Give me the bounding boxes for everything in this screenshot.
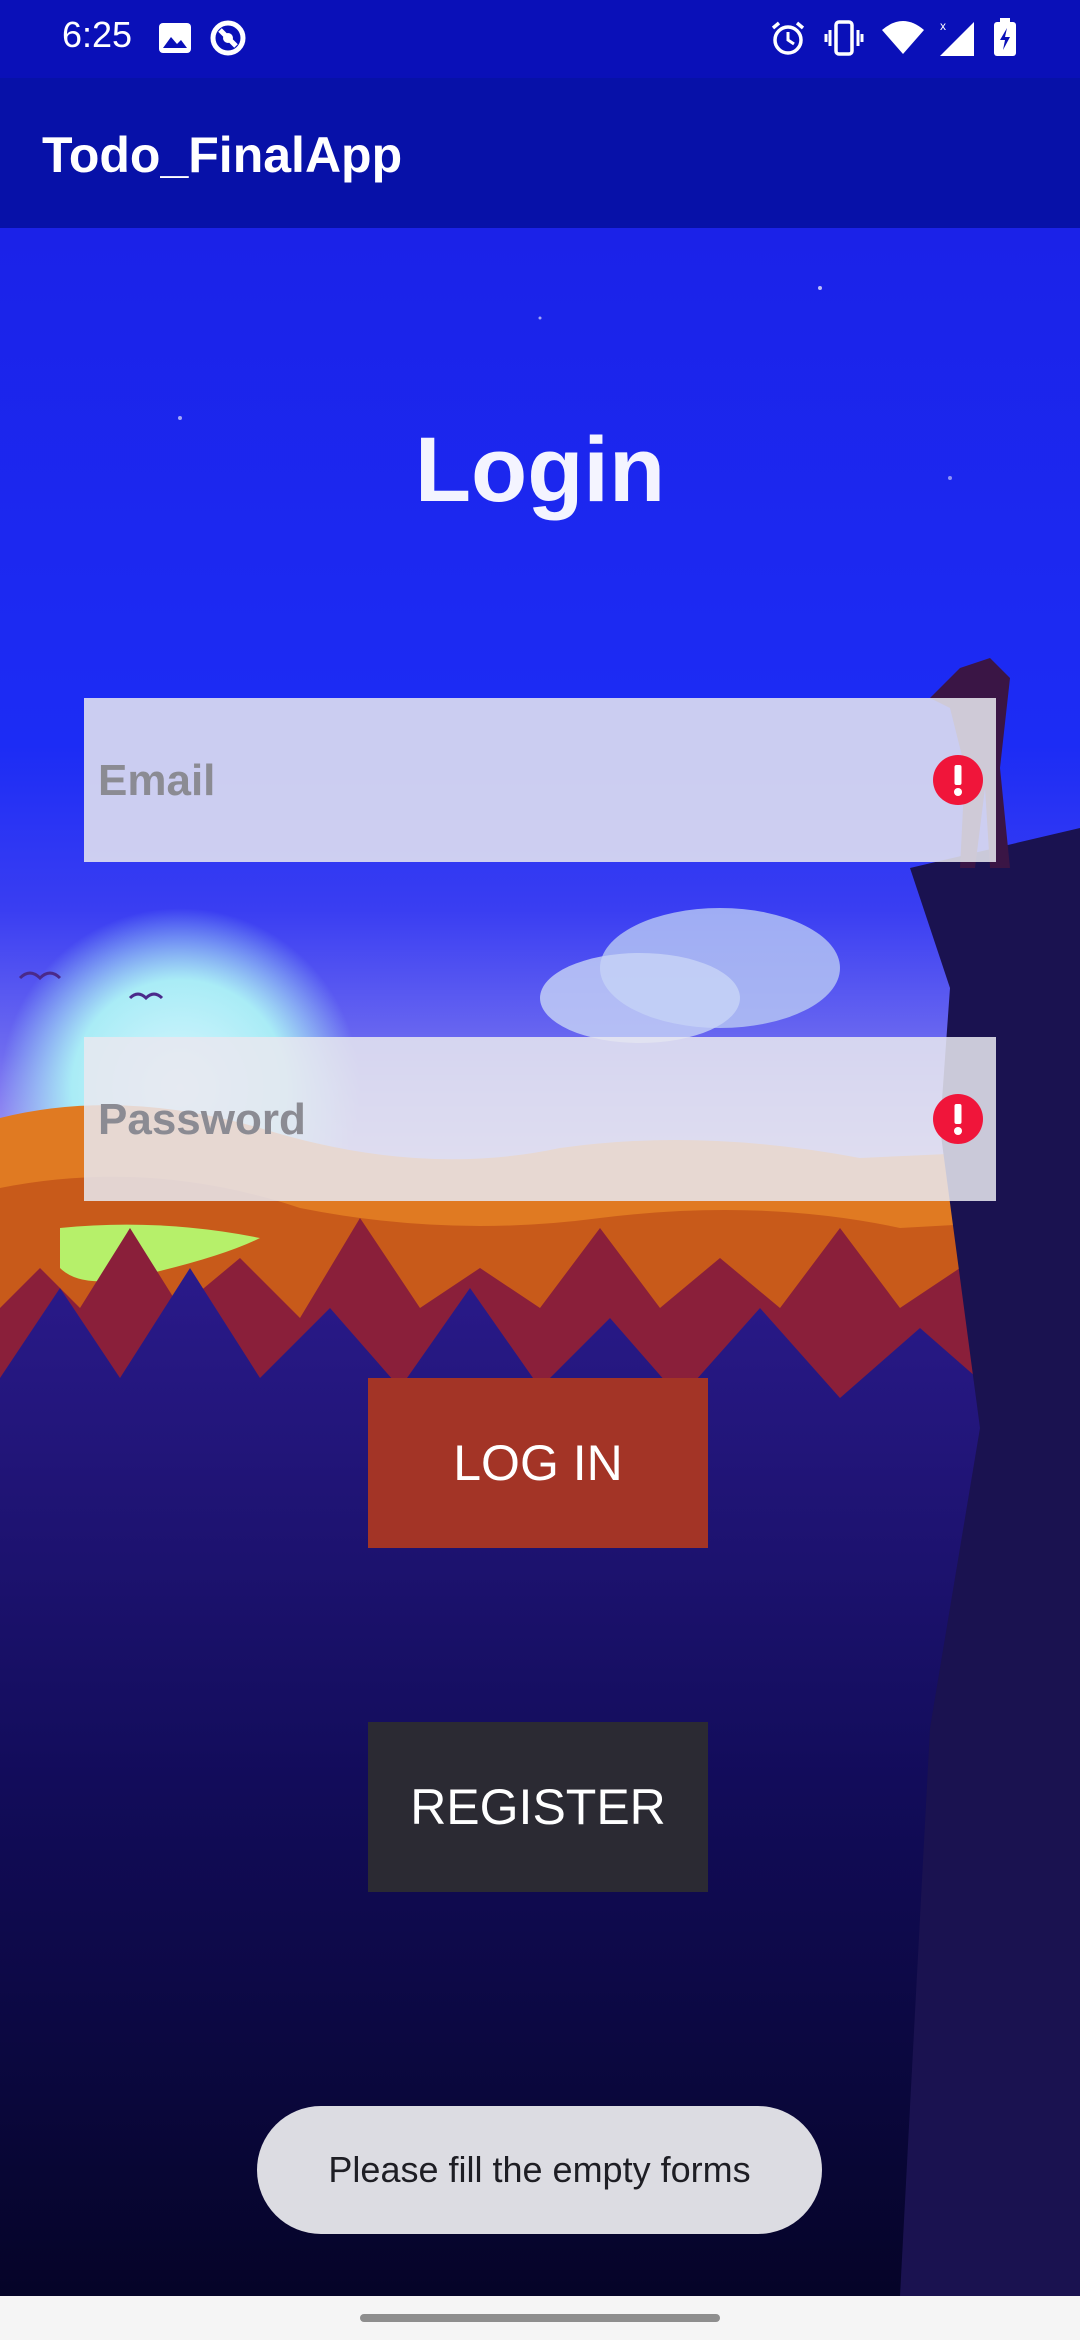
- error-icon: [933, 755, 983, 805]
- email-placeholder: Email: [98, 756, 216, 805]
- login-title: Login: [414, 419, 666, 521]
- sync-icon: [210, 20, 246, 56]
- email-field[interactable]: Email: [84, 698, 996, 862]
- signal-icon: x: [940, 19, 974, 56]
- login-button[interactable]: LOG IN: [368, 1378, 708, 1548]
- navigation-bar: [0, 2296, 1080, 2340]
- register-button[interactable]: REGISTER: [368, 1722, 708, 1892]
- svg-text:x: x: [940, 19, 946, 33]
- password-field[interactable]: Password: [84, 1037, 996, 1201]
- app-title: Todo_FinalApp: [42, 127, 403, 183]
- battery-charging-icon: [994, 18, 1016, 56]
- password-placeholder: Password: [98, 1095, 306, 1144]
- wifi-icon: [882, 21, 924, 54]
- toast-message: Please fill the empty forms: [257, 2106, 822, 2234]
- vibrate-icon: [824, 20, 864, 56]
- status-time: 6:25: [62, 14, 133, 55]
- error-icon: [933, 1094, 983, 1144]
- status-bar: 6:25 x: [0, 0, 1080, 78]
- app-bar: Todo_FinalApp: [0, 78, 1080, 228]
- image-icon: [159, 23, 191, 53]
- background-landscape-image: [0, 228, 1080, 2296]
- alarm-icon: [771, 21, 805, 55]
- home-gesture-handle[interactable]: [360, 2314, 720, 2322]
